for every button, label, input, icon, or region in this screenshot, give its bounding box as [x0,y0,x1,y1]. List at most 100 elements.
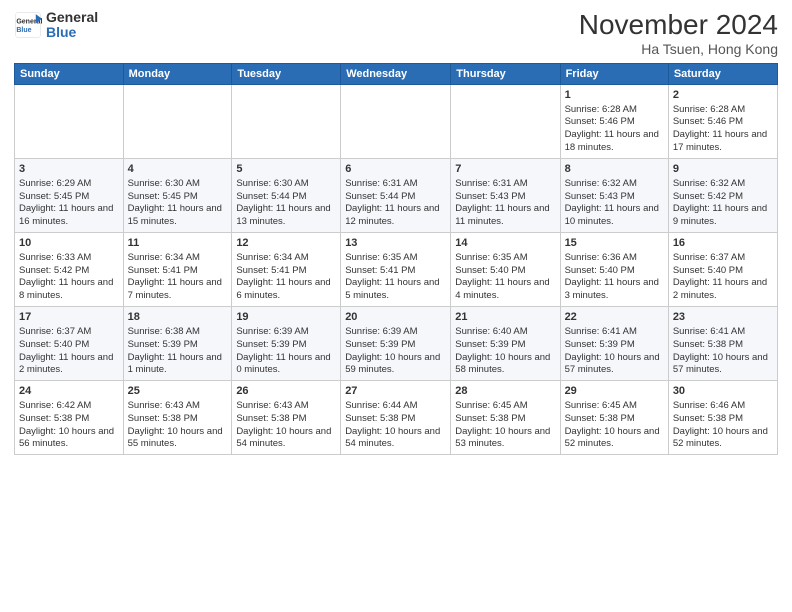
day-cell: 12Sunrise: 6:34 AMSunset: 5:41 PMDayligh… [232,232,341,306]
day-info: Daylight: 11 hours and 6 minutes. [236,277,336,303]
page-container: General Blue General Blue November 2024 … [0,0,792,463]
day-cell [451,84,560,158]
day-number: 26 [236,384,336,399]
day-info: Sunset: 5:38 PM [673,413,773,426]
day-info: Sunset: 5:39 PM [345,339,446,352]
day-info: Sunset: 5:40 PM [19,339,119,352]
day-info: Daylight: 11 hours and 13 minutes. [236,203,336,229]
day-info: Sunrise: 6:46 AM [673,400,773,413]
day-info: Daylight: 11 hours and 3 minutes. [565,277,664,303]
day-header-wednesday: Wednesday [341,63,451,84]
day-cell: 17Sunrise: 6:37 AMSunset: 5:40 PMDayligh… [15,307,124,381]
day-info: Sunset: 5:39 PM [455,339,555,352]
day-cell: 7Sunrise: 6:31 AMSunset: 5:43 PMDaylight… [451,158,560,232]
day-info: Sunset: 5:46 PM [565,116,664,129]
day-number: 22 [565,310,664,325]
day-number: 30 [673,384,773,399]
day-info: Sunset: 5:38 PM [345,413,446,426]
day-cell: 29Sunrise: 6:45 AMSunset: 5:38 PMDayligh… [560,381,668,455]
day-info: Daylight: 11 hours and 0 minutes. [236,352,336,378]
calendar-header-row: SundayMondayTuesdayWednesdayThursdayFrid… [15,63,778,84]
day-info: Sunset: 5:46 PM [673,116,773,129]
day-info: Daylight: 11 hours and 16 minutes. [19,203,119,229]
day-info: Sunrise: 6:34 AM [236,252,336,265]
day-cell [15,84,124,158]
week-row-5: 24Sunrise: 6:42 AMSunset: 5:38 PMDayligh… [15,381,778,455]
week-row-3: 10Sunrise: 6:33 AMSunset: 5:42 PMDayligh… [15,232,778,306]
day-info: Sunrise: 6:43 AM [236,400,336,413]
day-cell: 13Sunrise: 6:35 AMSunset: 5:41 PMDayligh… [341,232,451,306]
day-cell [341,84,451,158]
week-row-4: 17Sunrise: 6:37 AMSunset: 5:40 PMDayligh… [15,307,778,381]
day-number: 28 [455,384,555,399]
day-number: 3 [19,162,119,177]
week-row-1: 1Sunrise: 6:28 AMSunset: 5:46 PMDaylight… [15,84,778,158]
day-number: 25 [128,384,228,399]
logo-text: General Blue [46,10,98,41]
day-info: Daylight: 11 hours and 9 minutes. [673,203,773,229]
day-info: Sunrise: 6:31 AM [345,178,446,191]
day-number: 20 [345,310,446,325]
day-cell: 24Sunrise: 6:42 AMSunset: 5:38 PMDayligh… [15,381,124,455]
day-cell: 9Sunrise: 6:32 AMSunset: 5:42 PMDaylight… [668,158,777,232]
day-header-monday: Monday [123,63,232,84]
day-cell: 22Sunrise: 6:41 AMSunset: 5:39 PMDayligh… [560,307,668,381]
day-info: Sunset: 5:38 PM [565,413,664,426]
day-header-sunday: Sunday [15,63,124,84]
day-info: Sunset: 5:40 PM [673,265,773,278]
location-subtitle: Ha Tsuen, Hong Kong [579,41,778,57]
day-cell: 28Sunrise: 6:45 AMSunset: 5:38 PMDayligh… [451,381,560,455]
day-info: Daylight: 11 hours and 8 minutes. [19,277,119,303]
day-info: Sunset: 5:43 PM [455,191,555,204]
day-info: Sunrise: 6:29 AM [19,178,119,191]
day-cell [232,84,341,158]
day-cell: 11Sunrise: 6:34 AMSunset: 5:41 PMDayligh… [123,232,232,306]
month-title: November 2024 [579,10,778,41]
day-info: Sunrise: 6:30 AM [236,178,336,191]
day-cell: 26Sunrise: 6:43 AMSunset: 5:38 PMDayligh… [232,381,341,455]
day-number: 7 [455,162,555,177]
day-cell: 27Sunrise: 6:44 AMSunset: 5:38 PMDayligh… [341,381,451,455]
day-number: 9 [673,162,773,177]
day-info: Sunrise: 6:37 AM [19,326,119,339]
day-info: Daylight: 10 hours and 57 minutes. [673,352,773,378]
day-info: Sunset: 5:39 PM [565,339,664,352]
day-header-thursday: Thursday [451,63,560,84]
day-number: 11 [128,236,228,251]
day-info: Daylight: 11 hours and 12 minutes. [345,203,446,229]
day-number: 24 [19,384,119,399]
day-number: 8 [565,162,664,177]
day-info: Daylight: 11 hours and 10 minutes. [565,203,664,229]
day-number: 21 [455,310,555,325]
day-info: Sunrise: 6:33 AM [19,252,119,265]
day-info: Sunset: 5:42 PM [19,265,119,278]
logo[interactable]: General Blue General Blue [14,10,98,41]
calendar-body: 1Sunrise: 6:28 AMSunset: 5:46 PMDaylight… [15,84,778,454]
day-header-tuesday: Tuesday [232,63,341,84]
day-number: 10 [19,236,119,251]
week-row-2: 3Sunrise: 6:29 AM Sunset: 5:45 PM Daylight… [15,158,778,232]
day-info: Sunset: 5:44 PM [236,191,336,204]
day-info: Sunrise: 6:36 AM [565,252,664,265]
logo-icon: General Blue [14,11,42,39]
day-cell: 25Sunrise: 6:43 AMSunset: 5:38 PMDayligh… [123,381,232,455]
day-info: Sunset: 5:45 PM [128,191,228,204]
day-info: Daylight: 10 hours and 57 minutes. [565,352,664,378]
day-info: Daylight: 11 hours and 11 minutes. [455,203,555,229]
day-number: 16 [673,236,773,251]
day-info: Sunrise: 6:41 AM [673,326,773,339]
day-info: Sunrise: 6:31 AM [455,178,555,191]
day-info: Sunrise: 6:28 AM [673,104,773,117]
day-info: Sunrise: 6:28 AM [565,104,664,117]
day-info: Sunrise: 6:37 AM [673,252,773,265]
day-number: 6 [345,162,446,177]
day-info: Sunset: 5:44 PM [345,191,446,204]
day-info: Sunset: 5:38 PM [673,339,773,352]
day-info: Sunrise: 6:40 AM [455,326,555,339]
day-info: Daylight: 10 hours and 54 minutes. [345,426,446,452]
day-header-friday: Friday [560,63,668,84]
day-cell: 18Sunrise: 6:38 AMSunset: 5:39 PMDayligh… [123,307,232,381]
day-number: 4 [128,162,228,177]
day-info: Sunrise: 6:35 AM [455,252,555,265]
day-info: Daylight: 10 hours and 53 minutes. [455,426,555,452]
